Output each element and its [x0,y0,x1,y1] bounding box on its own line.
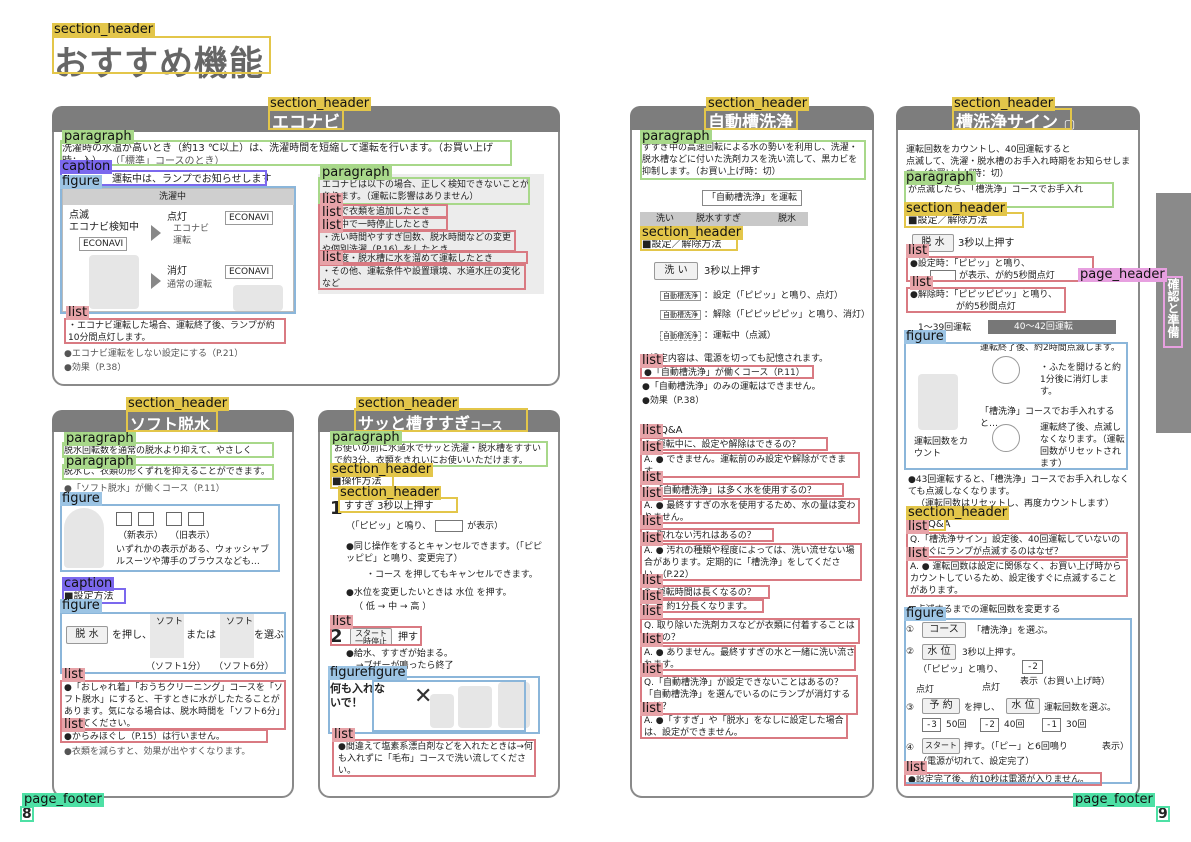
wash-button[interactable]: 洗 い [654,262,698,280]
label-page-footer-left: page_footer [22,792,104,807]
label-section-header: section_header [52,22,156,37]
label-page-header: page_header [1078,267,1167,282]
label-page-footer-right: page_footer [1073,792,1155,807]
display-icon [435,520,464,532]
